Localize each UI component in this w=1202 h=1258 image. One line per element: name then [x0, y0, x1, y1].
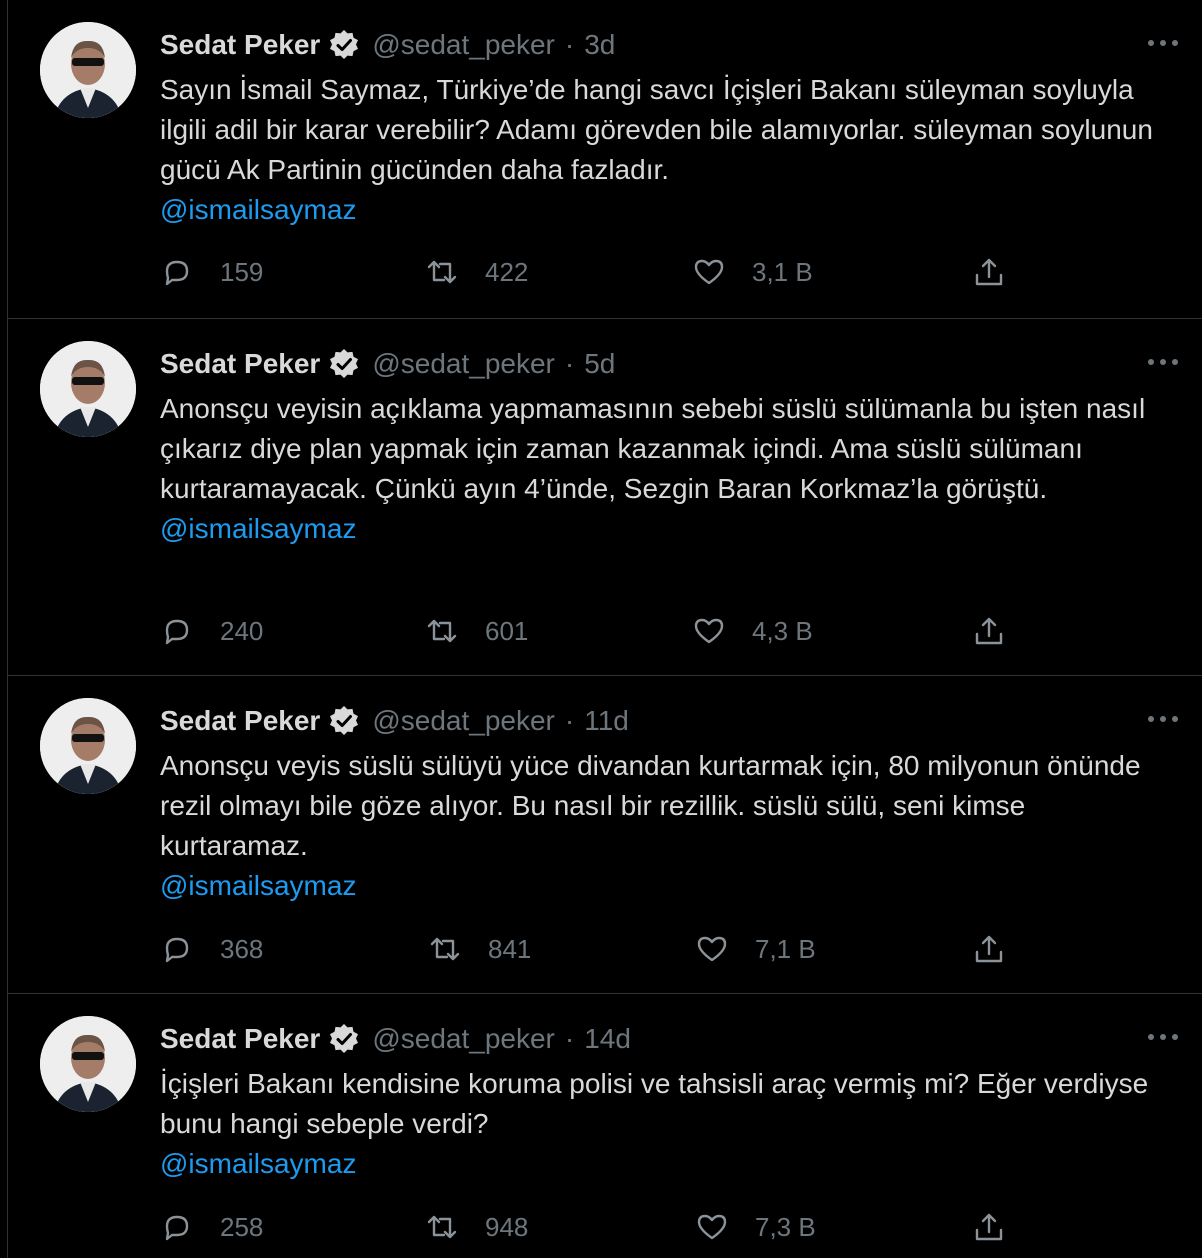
like-icon [697, 936, 727, 962]
reply-count: 258 [220, 1211, 264, 1242]
share-button[interactable] [972, 254, 1006, 290]
author-name[interactable]: Sedat Peker [160, 1023, 320, 1055]
mention-link[interactable]: @ismailsaymaz [160, 866, 1170, 906]
tweet-actions: 159 422 3,1 B [160, 254, 1020, 290]
retweet-count: 948 [485, 1211, 529, 1242]
reply-button[interactable]: 240 [160, 613, 263, 649]
reply-button[interactable]: 368 [160, 931, 263, 967]
separator: · [564, 348, 575, 379]
reply-count: 240 [220, 615, 264, 646]
tweet-text: Anonsçu veyisin açıklama yapmamasının se… [160, 389, 1170, 549]
mention-link[interactable]: @ismailsaymaz [160, 1144, 1170, 1184]
separator: · [564, 29, 575, 60]
tweet-text: İçişleri Bakanı kendisine koruma polisi … [160, 1064, 1170, 1184]
more-icon[interactable] [1145, 1025, 1181, 1049]
share-button[interactable] [972, 1209, 1006, 1245]
tweet[interactable]: Sedat Peker @sedat_peker · 14d İçişleri … [8, 994, 1202, 1258]
reply-count: 159 [220, 256, 264, 287]
like-button[interactable]: 3,1 B [692, 254, 813, 290]
like-count: 7,1 B [755, 933, 816, 964]
retweet-icon [427, 619, 457, 643]
share-icon [975, 617, 1003, 645]
like-button[interactable]: 4,3 B [692, 613, 813, 649]
retweet-icon [430, 937, 460, 961]
tweet-actions: 368 841 7,1 B [160, 931, 1020, 967]
like-icon [694, 259, 724, 285]
tweet-actions: 258 948 7,3 B [160, 1209, 1020, 1245]
avatar[interactable] [40, 698, 136, 794]
tweet-time[interactable]: 3d [584, 29, 615, 61]
tweet-body: Anonsçu veyisin açıklama yapmamasının se… [160, 393, 1146, 504]
like-count: 3,1 B [752, 256, 813, 287]
retweet-count: 601 [485, 615, 529, 646]
share-icon [975, 258, 1003, 286]
like-icon [697, 1214, 727, 1240]
tweet-time[interactable]: 14d [584, 1023, 631, 1055]
reply-icon [165, 260, 189, 286]
retweet-button[interactable]: 841 [428, 931, 531, 967]
tweet-body: Anonsçu veyis süslü sülüyü yüce divandan… [160, 750, 1141, 861]
timeline: Sedat Peker @sedat_peker · 3d Sayın İsma… [7, 0, 1202, 1258]
share-button[interactable] [972, 931, 1006, 967]
tweet-body: İçişleri Bakanı kendisine koruma polisi … [160, 1068, 1149, 1139]
tweet-text: Anonsçu veyis süslü sülüyü yüce divandan… [160, 746, 1170, 906]
author-name[interactable]: Sedat Peker [160, 705, 320, 737]
author-handle[interactable]: @sedat_peker [372, 29, 555, 61]
mention-link[interactable]: @ismailsaymaz [160, 509, 1170, 549]
separator: · [564, 705, 575, 736]
reply-count: 368 [220, 933, 264, 964]
tweet-body: Sayın İsmail Saymaz, Türkiye’de hangi sa… [160, 74, 1153, 185]
reply-icon [165, 619, 189, 645]
share-button[interactable] [972, 613, 1006, 649]
separator: · [564, 1023, 575, 1054]
reply-button[interactable]: 258 [160, 1209, 263, 1245]
like-button[interactable]: 7,1 B [695, 931, 816, 967]
verified-badge-icon [328, 348, 360, 380]
author-handle[interactable]: @sedat_peker [372, 1023, 555, 1055]
tweet-text: Sayın İsmail Saymaz, Türkiye’de hangi sa… [160, 70, 1170, 230]
avatar[interactable] [40, 1016, 136, 1112]
like-icon [694, 618, 724, 644]
author-name[interactable]: Sedat Peker [160, 348, 320, 380]
more-icon[interactable] [1145, 350, 1181, 374]
retweet-button[interactable]: 948 [425, 1209, 528, 1245]
tweet-time[interactable]: 11d [584, 705, 629, 737]
verified-badge-icon [328, 705, 360, 737]
retweet-icon [427, 260, 457, 284]
tweet-actions: 240 601 4,3 B [160, 613, 1020, 649]
reply-icon [165, 1215, 189, 1241]
author-name[interactable]: Sedat Peker [160, 29, 320, 61]
tweet[interactable]: Sedat Peker @sedat_peker · 5d Anonsçu ve… [8, 319, 1202, 676]
like-count: 4,3 B [752, 615, 813, 646]
like-count: 7,3 B [755, 1211, 816, 1242]
reply-button[interactable]: 159 [160, 254, 263, 290]
more-icon[interactable] [1145, 707, 1181, 731]
more-icon[interactable] [1145, 31, 1181, 55]
mention-link[interactable]: @ismailsaymaz [160, 190, 1170, 230]
tweet[interactable]: Sedat Peker @sedat_peker · 3d Sayın İsma… [8, 0, 1202, 319]
avatar[interactable] [40, 341, 136, 437]
author-handle[interactable]: @sedat_peker [372, 705, 555, 737]
tweet[interactable]: Sedat Peker @sedat_peker · 11d Anonsçu v… [8, 676, 1202, 994]
author-handle[interactable]: @sedat_peker [372, 348, 555, 380]
retweet-count: 422 [485, 256, 529, 287]
retweet-button[interactable]: 601 [425, 613, 528, 649]
retweet-count: 841 [488, 933, 532, 964]
verified-badge-icon [328, 1023, 360, 1055]
avatar[interactable] [40, 22, 136, 118]
share-icon [975, 1213, 1003, 1241]
share-icon [975, 935, 1003, 963]
retweet-icon [427, 1215, 457, 1239]
like-button[interactable]: 7,3 B [695, 1209, 816, 1245]
reply-icon [165, 937, 189, 963]
tweet-time[interactable]: 5d [584, 348, 615, 380]
retweet-button[interactable]: 422 [425, 254, 528, 290]
verified-badge-icon [328, 29, 360, 61]
